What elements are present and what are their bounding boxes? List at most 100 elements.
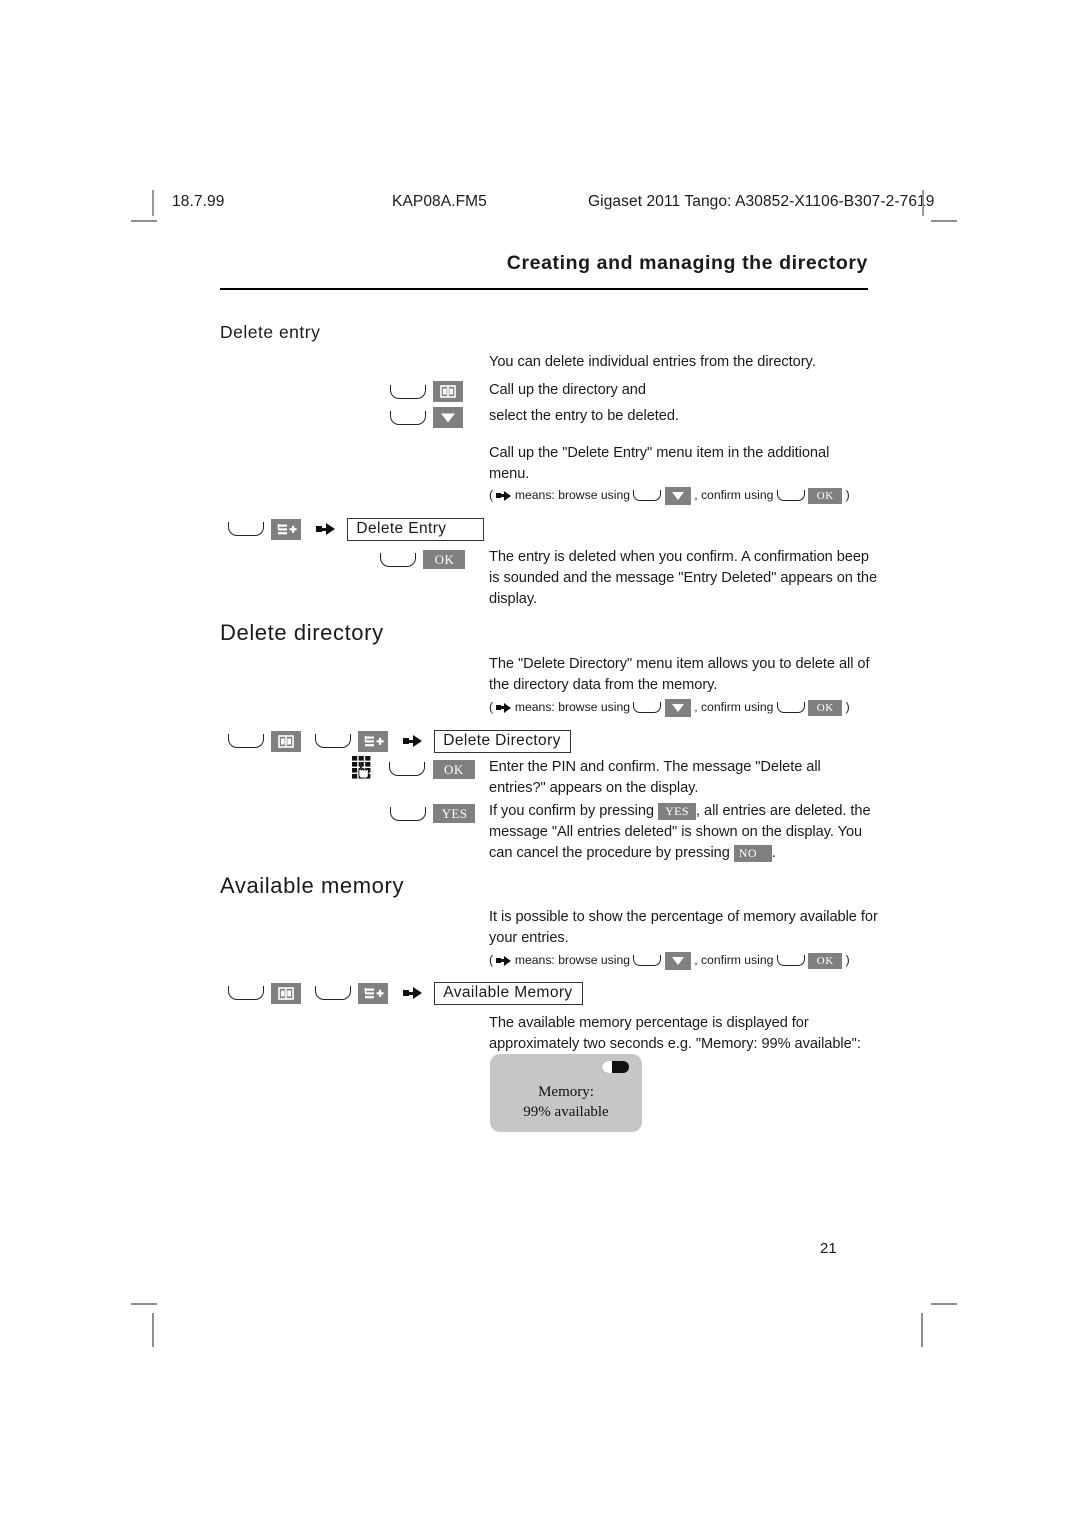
available-memory-intro: It is possible to show the percentage of… — [489, 909, 878, 946]
running-head-left-rule — [152, 190, 154, 216]
legend-close-paren: ) — [845, 488, 850, 502]
browse-arrow-icon — [496, 955, 512, 966]
keypad-icon[interactable] — [352, 756, 374, 782]
ok-button[interactable]: OK — [808, 487, 843, 504]
soft-key[interactable] — [776, 702, 805, 714]
menu-plus-icon[interactable] — [271, 518, 302, 540]
delete-directory-yes-text: If you confirm by pressing YES, all entr… — [489, 801, 881, 864]
down-arrow-icon[interactable] — [664, 698, 691, 717]
legend-note-delete-directory: ( means: browse using , confirm using OK… — [489, 698, 850, 717]
handset-display-line2: 99% available — [523, 1104, 609, 1120]
soft-key[interactable] — [776, 490, 805, 502]
legend-means-text: means: browse using — [514, 700, 631, 714]
key-row-enter-pin: OK — [352, 756, 478, 782]
heading-delete-entry: Delete entry — [220, 322, 321, 342]
menu-plus-icon[interactable] — [358, 982, 389, 1004]
delete-entry-intro: You can delete individual entries from t… — [489, 354, 816, 370]
soft-key[interactable] — [228, 986, 264, 1001]
soft-key[interactable] — [314, 986, 351, 1001]
key-row-call-directory — [390, 381, 466, 402]
soft-key[interactable] — [228, 734, 264, 749]
running-head-right-rule — [922, 190, 924, 216]
delete-entry-step3-text: Call up the "Delete Entry" menu item in … — [489, 445, 830, 482]
legend-open-paren: ( — [489, 700, 494, 714]
browse-arrow-icon — [496, 490, 512, 501]
legend-confirm-text: , confirm using — [694, 488, 774, 502]
soft-key[interactable] — [776, 955, 805, 967]
legend-note-available-memory: ( means: browse using , confirm using OK… — [489, 951, 850, 970]
ok-button[interactable]: OK — [423, 550, 466, 569]
chapter-title: Creating and managing the directory — [506, 252, 868, 274]
book-icon[interactable] — [271, 730, 302, 752]
running-head-product: Gigaset 2011 Tango: A30852-X1106-B307-2-… — [588, 193, 935, 210]
legend-confirm-text: , confirm using — [694, 700, 774, 714]
handset-display-text: Memory: 99% available — [490, 1082, 642, 1122]
yes-text-part-c: . — [771, 845, 776, 861]
key-row-select-entry — [390, 407, 466, 428]
legend-confirm-text: , confirm using — [694, 953, 774, 967]
running-head-filename: KAP08A.FM5 — [392, 193, 487, 210]
soft-key[interactable] — [314, 734, 351, 749]
yes-button[interactable]: YES — [433, 804, 476, 823]
legend-means-text: means: browse using — [514, 488, 631, 502]
delete-entry-step1-text: Call up the directory and — [489, 382, 646, 398]
heading-available-memory: Available memory — [220, 873, 405, 898]
soft-key[interactable] — [389, 762, 426, 776]
down-arrow-icon[interactable] — [664, 951, 691, 970]
browse-arrow-icon — [315, 523, 335, 536]
crop-mark-bottom-right — [931, 1303, 957, 1305]
crop-mark-bottom-left — [131, 1303, 157, 1305]
running-head-date: 18.7.99 — [172, 193, 225, 210]
ok-button[interactable]: OK — [432, 759, 475, 779]
delete-directory-pin-text: Enter the PIN and confirm. The message "… — [489, 759, 821, 796]
menu-item-delete-directory[interactable]: Delete Directory — [434, 730, 571, 753]
legend-means-text: means: browse using — [514, 953, 631, 967]
available-memory-result-text: The available memory percentage is displ… — [489, 1015, 861, 1052]
crop-mark-top-right — [931, 220, 957, 222]
soft-key[interactable] — [633, 490, 662, 502]
key-row-confirm-yes: YES — [390, 804, 478, 823]
running-head: 18.7.99 KAP08A.FM5 Gigaset 2011 Tango: A… — [152, 190, 934, 216]
handset-display-line1: Memory: — [538, 1084, 594, 1100]
no-button[interactable]: NO — [733, 844, 772, 862]
down-arrow-icon[interactable] — [664, 486, 691, 505]
menu-item-delete-entry[interactable]: Delete Entry — [347, 518, 485, 541]
yes-text-part-a: If you confirm by pressing — [489, 803, 654, 819]
legend-close-paren: ) — [845, 700, 850, 714]
menu-item-available-memory[interactable]: Available Memory — [434, 982, 583, 1005]
crop-mark-top-left — [131, 220, 157, 222]
browse-arrow-icon — [402, 987, 422, 1000]
down-arrow-icon[interactable] — [433, 407, 464, 428]
battery-icon — [602, 1061, 629, 1073]
ok-button[interactable]: OK — [808, 699, 843, 716]
crop-mark-bottom-left-vertical — [152, 1313, 154, 1347]
legend-close-paren: ) — [845, 953, 850, 967]
handset-display: Memory: 99% available — [490, 1054, 642, 1132]
delete-entry-step2-text: select the entry to be deleted. — [489, 408, 679, 424]
crop-mark-bottom-right-vertical — [921, 1313, 923, 1347]
soft-key[interactable] — [228, 522, 264, 537]
soft-key[interactable] — [390, 806, 426, 821]
soft-key[interactable] — [390, 384, 426, 399]
book-icon[interactable] — [271, 982, 302, 1004]
book-icon[interactable] — [433, 381, 464, 402]
soft-key[interactable] — [633, 702, 662, 714]
soft-key[interactable] — [390, 410, 426, 425]
yes-button[interactable]: YES — [658, 802, 696, 820]
ok-button[interactable]: OK — [808, 952, 843, 969]
browse-arrow-icon — [496, 702, 512, 713]
delete-directory-intro: The "Delete Directory" menu item allows … — [489, 656, 870, 693]
key-row-delete-entry-menu: Delete Entry — [228, 518, 487, 541]
delete-entry-confirm-text: The entry is deleted when you confirm. A… — [489, 549, 878, 607]
menu-plus-icon[interactable] — [358, 730, 389, 752]
browse-arrow-icon — [402, 735, 422, 748]
heading-delete-directory: Delete directory — [220, 620, 384, 645]
legend-note-delete-entry: ( means: browse using , confirm using OK… — [489, 486, 850, 505]
soft-key[interactable] — [380, 552, 416, 567]
key-row-delete-directory-menu: Delete Directory — [228, 730, 574, 753]
legend-open-paren: ( — [489, 488, 494, 502]
title-rule — [220, 288, 868, 290]
legend-open-paren: ( — [489, 953, 494, 967]
key-row-available-memory-menu: Available Memory — [228, 982, 586, 1005]
soft-key[interactable] — [633, 955, 662, 967]
